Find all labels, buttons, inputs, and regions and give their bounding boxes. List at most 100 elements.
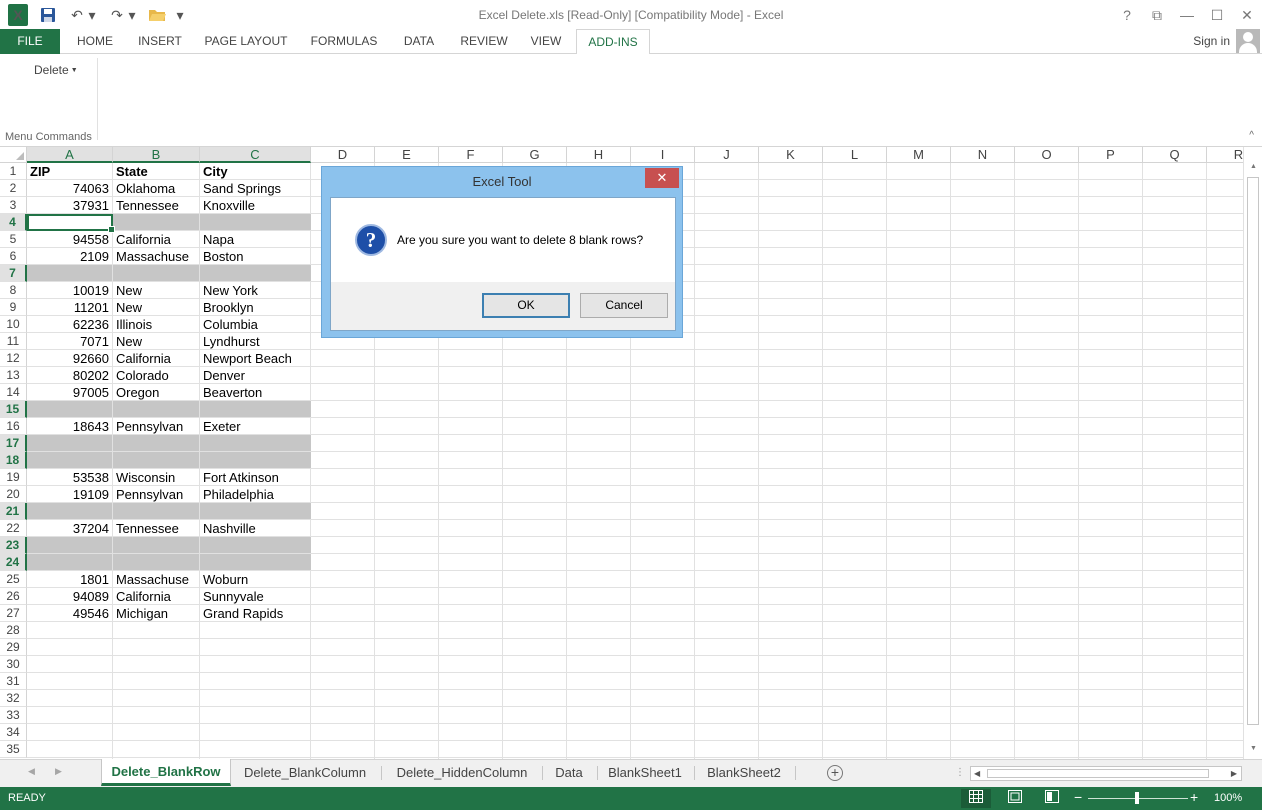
tab-view[interactable]: VIEW [524, 29, 568, 54]
cell-zip[interactable]: 62236 [27, 316, 112, 333]
horizontal-scroll-thumb[interactable] [987, 769, 1209, 778]
column-header-a[interactable]: A [27, 147, 113, 163]
column-header-e[interactable]: E [375, 147, 439, 163]
cell-city[interactable]: New York [200, 282, 311, 299]
row-header-13[interactable]: 13 [0, 367, 27, 384]
column-header-c[interactable]: C [200, 147, 311, 163]
cell-state[interactable]: Oregon [113, 384, 200, 401]
select-all-corner[interactable] [0, 147, 27, 163]
selected-blank-row[interactable] [27, 265, 311, 282]
cell-state[interactable]: Oklahoma [113, 180, 200, 197]
collapse-ribbon-icon[interactable]: ^ [1249, 130, 1254, 141]
tab-home[interactable]: HOME [66, 29, 124, 54]
row-header-35[interactable]: 35 [0, 741, 27, 758]
row-header-15[interactable]: 15 [0, 401, 27, 418]
cell-city[interactable]: Fort Atkinson [200, 469, 311, 486]
column-header-f[interactable]: F [439, 147, 503, 163]
column-header-r[interactable]: R [1207, 147, 1243, 163]
add-sheet-icon[interactable]: + [827, 765, 843, 781]
row-header-16[interactable]: 16 [0, 418, 27, 435]
tab-add-ins[interactable]: ADD-INS [576, 29, 650, 55]
cell-city[interactable]: Nashville [200, 520, 311, 537]
column-header-g[interactable]: G [503, 147, 567, 163]
row-header-1[interactable]: 1 [0, 163, 27, 180]
sign-in-link[interactable]: Sign in [1193, 34, 1230, 48]
cell-state[interactable]: Massachuse [113, 571, 200, 588]
tab-review[interactable]: REVIEW [452, 29, 516, 54]
cell-state[interactable]: Tennessee [113, 520, 200, 537]
selected-blank-row[interactable] [27, 401, 311, 418]
cell-state[interactable]: Pennsylvan [113, 486, 200, 503]
row-header-14[interactable]: 14 [0, 384, 27, 401]
zoom-level[interactable]: 100% [1214, 792, 1242, 804]
cell-zip[interactable]: 53538 [27, 469, 112, 486]
scroll-down-icon[interactable]: ▼ [1248, 745, 1259, 757]
selected-blank-row[interactable] [27, 452, 311, 469]
page-layout-view-icon[interactable] [1000, 789, 1030, 808]
cell-zip[interactable]: 74063 [27, 180, 112, 197]
sheet-prev-icon[interactable]: ◀ [28, 766, 35, 777]
row-header-31[interactable]: 31 [0, 673, 27, 690]
cell-city[interactable]: Philadelphia [200, 486, 311, 503]
cell-city[interactable]: Denver [200, 367, 311, 384]
cell-city[interactable]: Sand Springs [200, 180, 311, 197]
row-header-18[interactable]: 18 [0, 452, 27, 469]
cell-state[interactable]: Massachuse [113, 248, 200, 265]
column-header-j[interactable]: J [695, 147, 759, 163]
undo-dropdown-icon[interactable]: ▾ [88, 4, 96, 26]
cell-state[interactable]: California [113, 350, 200, 367]
sheet-tab-data[interactable]: Data [546, 760, 592, 785]
cell-zip[interactable]: 49546 [27, 605, 112, 622]
tab-data[interactable]: DATA [394, 29, 444, 54]
cell-zip[interactable]: 97005 [27, 384, 112, 401]
cell-state[interactable]: New [113, 299, 200, 316]
horizontal-scrollbar[interactable]: ◀ ▶ [970, 766, 1242, 781]
sheet-tab-delete-hiddencolumn[interactable]: Delete_HiddenColumn [386, 760, 538, 785]
cell-zip[interactable]: 37204 [27, 520, 112, 537]
column-header-p[interactable]: P [1079, 147, 1143, 163]
row-header-3[interactable]: 3 [0, 197, 27, 214]
column-header-q[interactable]: Q [1143, 147, 1207, 163]
page-break-view-icon[interactable] [1037, 789, 1067, 808]
undo-icon[interactable]: ↶ [66, 4, 88, 26]
redo-icon[interactable]: ↷ [106, 4, 128, 26]
active-cell[interactable] [27, 214, 115, 233]
sheet-tab-blanksheet2[interactable]: BlankSheet2 [699, 760, 789, 785]
cell-zip[interactable]: 92660 [27, 350, 112, 367]
row-header-9[interactable]: 9 [0, 299, 27, 316]
row-header-20[interactable]: 20 [0, 486, 27, 503]
cell-city[interactable]: Sunnyvale [200, 588, 311, 605]
cell-state[interactable]: California [113, 231, 200, 248]
customize-qat-icon[interactable]: ▾ [174, 4, 186, 26]
sheet-tab-delete-blankcolumn[interactable]: Delete_BlankColumn [235, 760, 375, 785]
cell-zip[interactable]: 2109 [27, 248, 112, 265]
cell-city[interactable]: Knoxville [200, 197, 311, 214]
selected-blank-row[interactable] [27, 554, 311, 571]
vertical-scroll-thumb[interactable] [1247, 177, 1259, 725]
row-header-30[interactable]: 30 [0, 656, 27, 673]
row-header-25[interactable]: 25 [0, 571, 27, 588]
row-header-33[interactable]: 33 [0, 707, 27, 724]
tab-page-layout[interactable]: PAGE LAYOUT [197, 29, 295, 54]
redo-dropdown-icon[interactable]: ▾ [128, 4, 136, 26]
cell-city[interactable]: Lyndhurst [200, 333, 311, 350]
cell-state[interactable]: California [113, 588, 200, 605]
ribbon-display-options-icon[interactable]: ⧉ [1142, 0, 1172, 30]
column-header-k[interactable]: K [759, 147, 823, 163]
row-header-12[interactable]: 12 [0, 350, 27, 367]
zoom-out-icon[interactable]: − [1074, 789, 1082, 805]
cell-zip[interactable]: 37931 [27, 197, 112, 214]
column-header-m[interactable]: M [887, 147, 951, 163]
cell-city[interactable]: Brooklyn [200, 299, 311, 316]
cell-state[interactable]: New [113, 282, 200, 299]
cell-header-city[interactable]: City [200, 163, 311, 180]
tab-insert[interactable]: INSERT [130, 29, 190, 54]
excel-logo-icon[interactable]: X [8, 4, 28, 26]
row-header-10[interactable]: 10 [0, 316, 27, 333]
column-header-h[interactable]: H [567, 147, 631, 163]
open-folder-icon[interactable] [146, 4, 168, 26]
cell-city[interactable]: Beaverton [200, 384, 311, 401]
column-header-b[interactable]: B [113, 147, 200, 163]
cell-city[interactable]: Napa [200, 231, 311, 248]
sheet-next-icon[interactable]: ▶ [55, 766, 62, 777]
